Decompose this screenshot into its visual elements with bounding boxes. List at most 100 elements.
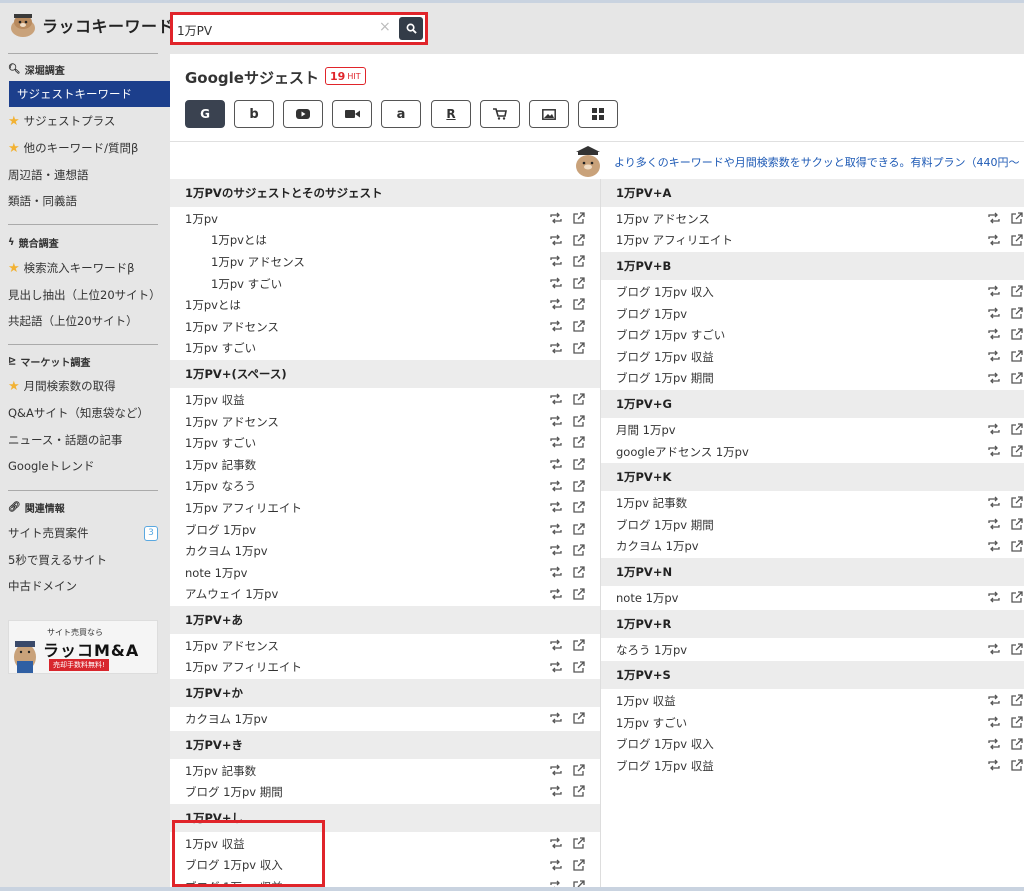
keyword-text[interactable]: 1万pv すごい	[185, 340, 256, 356]
keyword-row[interactable]: 1万pv すごい	[601, 712, 1024, 734]
keyword-text[interactable]: googleアドセンス 1万pv	[616, 444, 749, 460]
external-link-icon[interactable]	[1010, 444, 1024, 458]
engine-video-button[interactable]	[332, 100, 372, 128]
external-link-icon[interactable]	[572, 341, 586, 355]
keyword-text[interactable]: 月間 1万pv	[616, 422, 676, 438]
external-link-icon[interactable]	[572, 211, 586, 225]
engine-bing-button[interactable]: b	[234, 100, 274, 128]
repeat-search-icon[interactable]	[987, 715, 1001, 729]
repeat-search-icon[interactable]	[549, 543, 563, 557]
external-link-icon[interactable]	[572, 784, 586, 798]
external-link-icon[interactable]	[1010, 693, 1024, 707]
external-link-icon[interactable]	[1010, 306, 1024, 320]
keyword-row[interactable]: ブログ 1万pv 収入	[601, 281, 1024, 303]
keyword-text[interactable]: カクヨム 1万pv	[616, 538, 699, 554]
keyword-row[interactable]: 1万pv 収益	[170, 833, 600, 855]
rakko-ma-banner[interactable]: $ サイト売買なら ラッコM&A 売却手数料無料!	[8, 620, 158, 674]
external-link-icon[interactable]	[1010, 284, 1024, 298]
sidebar-item-used-domains[interactable]: 中古ドメイン	[8, 573, 170, 599]
keyword-text[interactable]: 1万pv アフィリエイト	[185, 500, 302, 516]
sidebar-item-other-keywords[interactable]: ★ 他のキーワード/質問β	[8, 135, 170, 161]
repeat-search-icon[interactable]	[987, 327, 1001, 341]
search-input[interactable]	[177, 19, 397, 41]
keyword-text[interactable]: 1万pv すごい	[616, 715, 687, 731]
keyword-row[interactable]: ブログ 1万pv 収入	[601, 734, 1024, 756]
repeat-search-icon[interactable]	[549, 522, 563, 536]
keyword-row[interactable]: 1万pv 記事数	[170, 454, 600, 476]
repeat-search-icon[interactable]	[549, 457, 563, 471]
search-button[interactable]	[399, 17, 423, 40]
external-link-icon[interactable]	[1010, 233, 1024, 247]
repeat-search-icon[interactable]	[549, 414, 563, 428]
keyword-row[interactable]: 1万pv 記事数	[170, 760, 600, 782]
keyword-text[interactable]: 1万pv すごい	[185, 435, 256, 451]
repeat-search-icon[interactable]	[549, 500, 563, 514]
repeat-search-icon[interactable]	[987, 693, 1001, 707]
keyword-row[interactable]: 1万pv アフィリエイト	[170, 657, 600, 679]
repeat-search-icon[interactable]	[549, 763, 563, 777]
keyword-row[interactable]: 1万pv アドセンス	[170, 251, 600, 273]
sidebar-item-suggest-plus[interactable]: ★ サジェストプラス	[8, 108, 170, 134]
sidebar-item-suggest-keyword[interactable]: サジェストキーワード	[9, 81, 171, 107]
sidebar-item-monthly-volume[interactable]: ★ 月間検索数の取得	[8, 373, 170, 399]
repeat-search-icon[interactable]	[987, 444, 1001, 458]
sidebar-item-news[interactable]: ニュース・話題の記事	[8, 427, 170, 453]
keyword-row[interactable]: 1万pv すごい	[170, 338, 600, 360]
keyword-row[interactable]: 1万pv 収益	[170, 389, 600, 411]
repeat-search-icon[interactable]	[987, 211, 1001, 225]
external-link-icon[interactable]	[1010, 758, 1024, 772]
external-link-icon[interactable]	[572, 565, 586, 579]
keyword-row[interactable]: 1万pv アドセンス	[170, 411, 600, 433]
keyword-row[interactable]: アムウェイ 1万pv	[170, 584, 600, 606]
keyword-text[interactable]: ブログ 1万pv 期間	[616, 370, 714, 386]
keyword-text[interactable]: 1万pv アフィリエイト	[185, 659, 302, 675]
external-link-icon[interactable]	[1010, 517, 1024, 531]
keyword-text[interactable]: ブログ 1万pv 期間	[185, 784, 283, 800]
keyword-row[interactable]: 月間 1万pv	[601, 419, 1024, 441]
keyword-text[interactable]: カクヨム 1万pv	[185, 711, 268, 727]
repeat-search-icon[interactable]	[987, 758, 1001, 772]
repeat-search-icon[interactable]	[549, 341, 563, 355]
keyword-text[interactable]: 1万pv 記事数	[616, 495, 687, 511]
keyword-row[interactable]: ブログ 1万pv 期間	[601, 514, 1024, 536]
external-link-icon[interactable]	[572, 233, 586, 247]
keyword-text[interactable]: ブログ 1万pv 期間	[616, 517, 714, 533]
upgrade-promo[interactable]: より多くのキーワードや月間検索数をサクッと取得できる。有料プラン（440円〜	[570, 145, 1020, 179]
keyword-row[interactable]: note 1万pv	[601, 587, 1024, 609]
repeat-search-icon[interactable]	[549, 276, 563, 290]
keyword-text[interactable]: 1万pv アドセンス	[185, 414, 279, 430]
external-link-icon[interactable]	[572, 858, 586, 872]
external-link-icon[interactable]	[572, 500, 586, 514]
keyword-row[interactable]: 1万pv アフィリエイト	[170, 497, 600, 519]
keyword-text[interactable]: note 1万pv	[616, 590, 679, 606]
engine-youtube-button[interactable]	[283, 100, 323, 128]
repeat-search-icon[interactable]	[549, 836, 563, 850]
repeat-search-icon[interactable]	[549, 660, 563, 674]
external-link-icon[interactable]	[1010, 422, 1024, 436]
repeat-search-icon[interactable]	[549, 435, 563, 449]
external-link-icon[interactable]	[572, 276, 586, 290]
keyword-row[interactable]: 1万pv アドセンス	[170, 316, 600, 338]
keyword-row[interactable]: カクヨム 1万pv	[170, 540, 600, 562]
keyword-text[interactable]: 1万pv すごい	[211, 276, 282, 292]
repeat-search-icon[interactable]	[987, 642, 1001, 656]
external-link-icon[interactable]	[572, 319, 586, 333]
keyword-row[interactable]: カクヨム 1万pv	[170, 708, 600, 730]
repeat-search-icon[interactable]	[987, 590, 1001, 604]
keyword-text[interactable]: 1万pv アドセンス	[211, 254, 305, 270]
keyword-row[interactable]: ブログ 1万pv	[601, 303, 1024, 325]
keyword-text[interactable]: 1万pv 記事数	[185, 457, 256, 473]
repeat-search-icon[interactable]	[549, 233, 563, 247]
keyword-text[interactable]: カクヨム 1万pv	[185, 543, 268, 559]
keyword-text[interactable]: 1万pv アドセンス	[185, 319, 279, 335]
external-link-icon[interactable]	[572, 638, 586, 652]
repeat-search-icon[interactable]	[987, 349, 1001, 363]
keyword-text[interactable]: 1万pv	[185, 211, 218, 227]
keyword-row[interactable]: ブログ 1万pv 期間	[170, 781, 600, 803]
external-link-icon[interactable]	[572, 711, 586, 725]
repeat-search-icon[interactable]	[549, 392, 563, 406]
keyword-row[interactable]: googleアドセンス 1万pv	[601, 441, 1024, 463]
sidebar-item-google-trends[interactable]: Googleトレンド	[8, 453, 170, 479]
keyword-text[interactable]: 1万pv アドセンス	[616, 211, 710, 227]
keyword-text[interactable]: ブログ 1万pv 収益	[616, 758, 714, 774]
